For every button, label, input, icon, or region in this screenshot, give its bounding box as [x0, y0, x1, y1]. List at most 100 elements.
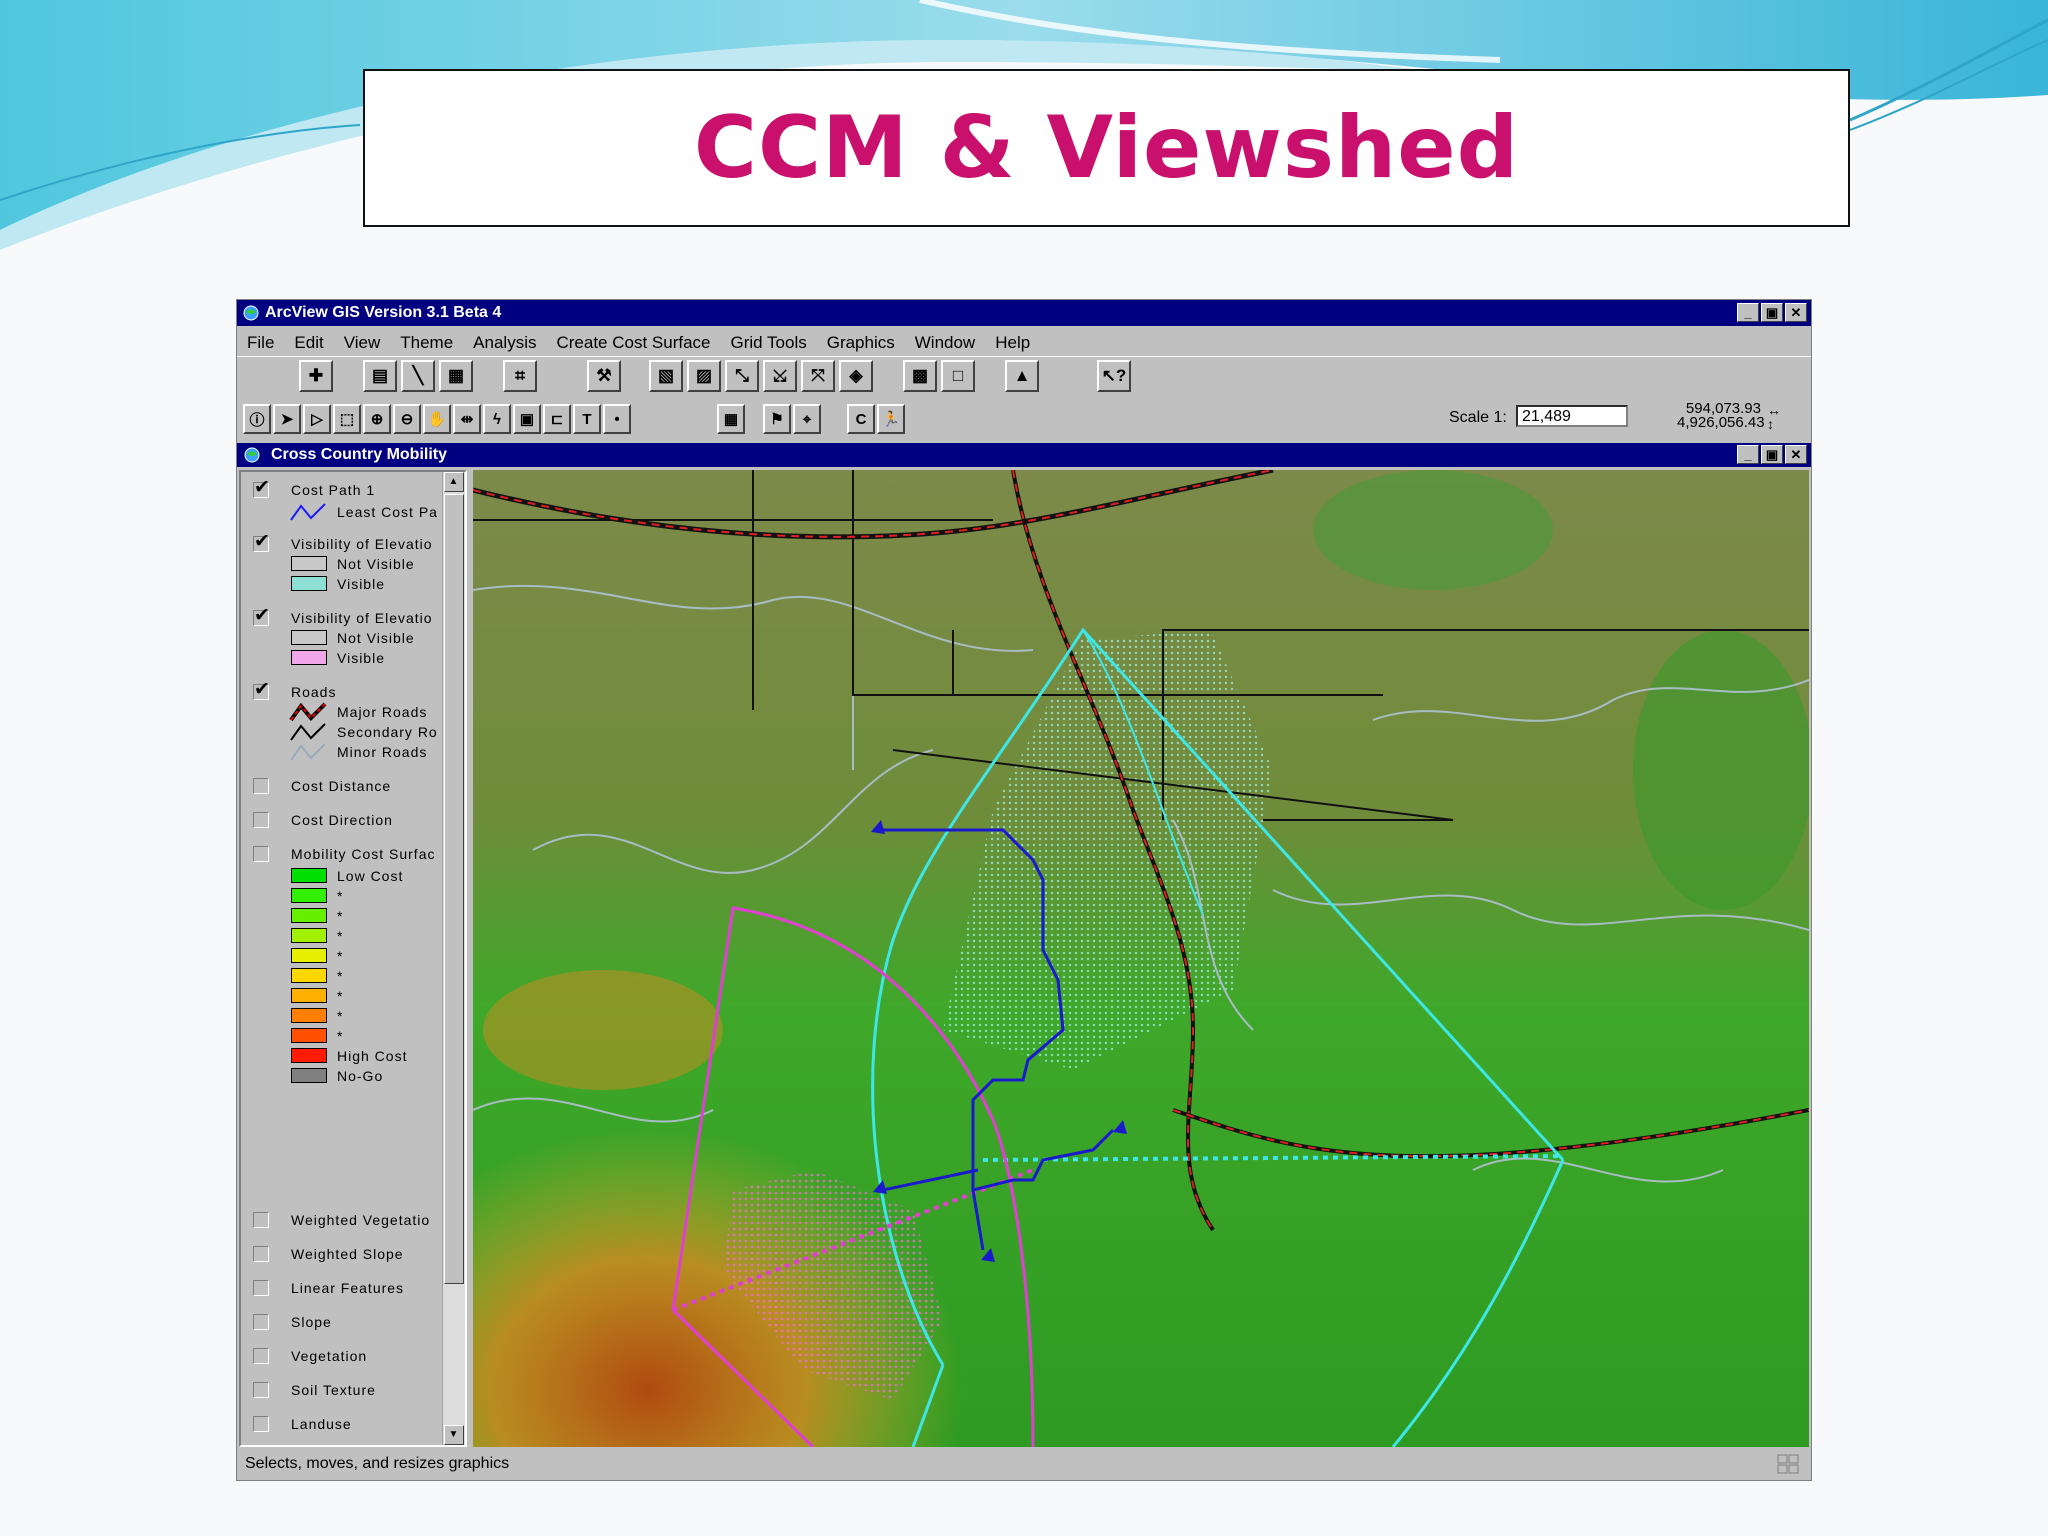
- map-canvas[interactable]: [473, 470, 1809, 1447]
- scale-input[interactable]: 21,489: [1516, 405, 1628, 427]
- find-button[interactable]: ⌗: [503, 360, 537, 392]
- resize-grip-icon[interactable]: [1777, 1454, 1799, 1474]
- text-tool[interactable]: T: [573, 404, 601, 434]
- point-icon: •: [614, 410, 620, 428]
- theme-cost-path[interactable]: Cost Path 1: [241, 480, 445, 500]
- menu-window[interactable]: Window: [905, 327, 985, 353]
- table-icon: ▦: [447, 366, 465, 385]
- weighted-vegetation-checkbox[interactable]: [253, 1212, 269, 1228]
- cost-tool[interactable]: C: [847, 404, 875, 434]
- cost-path-checkbox[interactable]: [253, 482, 271, 498]
- legend-item: Visible: [241, 574, 445, 594]
- measure-tool[interactable]: ⇹: [453, 404, 481, 434]
- query-builder-button[interactable]: ⚒: [587, 360, 621, 392]
- theme-linear-features[interactable]: Linear Features: [241, 1278, 445, 1298]
- menu-edit[interactable]: Edit: [284, 327, 333, 353]
- menu-theme[interactable]: Theme: [390, 327, 463, 353]
- theme-weighted-slope[interactable]: Weighted Slope: [241, 1244, 445, 1264]
- menu-graphics[interactable]: Graphics: [817, 327, 905, 353]
- menu-grid-tools[interactable]: Grid Tools: [721, 327, 817, 353]
- select-feature-tool[interactable]: ⬚: [333, 404, 361, 434]
- histogram-icon: ▲: [1013, 366, 1031, 385]
- soil-texture-checkbox[interactable]: [253, 1382, 269, 1398]
- toc-scrollbar[interactable]: ▲ ▼: [442, 472, 465, 1445]
- roads-checkbox[interactable]: [253, 684, 271, 700]
- theme-visibility-2[interactable]: Visibility of Elevatio: [241, 608, 445, 628]
- identify-tool[interactable]: ⓘ: [243, 404, 271, 434]
- restore-button[interactable]: ▣: [1761, 303, 1783, 322]
- zoom-out-button[interactable]: ⤧: [801, 360, 835, 392]
- menu-view[interactable]: View: [334, 327, 391, 353]
- theme-soil-texture[interactable]: Soil Texture: [241, 1380, 445, 1400]
- theme-weighted-vegetation[interactable]: Weighted Vegetatio: [241, 1210, 445, 1230]
- close-button[interactable]: ✕: [1785, 303, 1807, 322]
- map-display[interactable]: [473, 470, 1809, 1447]
- scroll-thumb[interactable]: [444, 494, 464, 1284]
- pan-tool[interactable]: ✋: [423, 404, 451, 434]
- theme-mobility-cost-surface[interactable]: Mobility Cost Surfac: [241, 844, 445, 864]
- cost-direction-checkbox[interactable]: [253, 812, 269, 828]
- mobility-cost-label: *: [337, 908, 344, 924]
- theme-vegetation[interactable]: Vegetation: [241, 1346, 445, 1366]
- menu-create-cost-surface[interactable]: Create Cost Surface: [546, 327, 720, 353]
- zoom-out-tool[interactable]: ⊖: [393, 404, 421, 434]
- menu-analysis[interactable]: Analysis: [463, 327, 546, 353]
- menu-help[interactable]: Help: [985, 327, 1040, 353]
- zoom-previous-button[interactable]: ◈: [839, 360, 873, 392]
- minimize-button[interactable]: _: [1737, 303, 1759, 322]
- add-theme-button[interactable]: ✚: [299, 360, 333, 392]
- edit-legend-button[interactable]: ╲: [401, 360, 435, 392]
- observer-tool[interactable]: ⌖: [793, 404, 821, 434]
- view-close-button[interactable]: ✕: [1785, 445, 1807, 464]
- theme-properties-button[interactable]: ▤: [363, 360, 397, 392]
- view-minimize-button[interactable]: _: [1737, 445, 1759, 464]
- zoom-in-button[interactable]: ⤩: [763, 360, 797, 392]
- view-restore-button[interactable]: ▣: [1761, 445, 1783, 464]
- zoom-themes-icon: ▧: [657, 366, 675, 385]
- help-button[interactable]: ↖?: [1097, 360, 1131, 392]
- label-tool[interactable]: ⊏: [543, 404, 571, 434]
- theme-landuse[interactable]: Landuse: [241, 1414, 445, 1434]
- theme-roads[interactable]: Roads: [241, 682, 445, 702]
- mobility-cost-checkbox[interactable]: [253, 846, 269, 862]
- app-title: ArcView GIS Version 3.1 Beta 4: [265, 304, 502, 321]
- zoom-to-themes-button[interactable]: ▧: [649, 360, 683, 392]
- weighted-slope-checkbox[interactable]: [253, 1246, 269, 1262]
- hotlink-tool[interactable]: ϟ: [483, 404, 511, 434]
- label-tag-icon: ⊏: [550, 411, 564, 428]
- linear-features-checkbox[interactable]: [253, 1280, 269, 1296]
- menu-file[interactable]: File: [237, 327, 284, 353]
- slope-checkbox[interactable]: [253, 1314, 269, 1330]
- zoom-to-selected-button[interactable]: ⤡: [725, 360, 759, 392]
- vertex-edit-tool[interactable]: ▷: [303, 404, 331, 434]
- clear-selection-button[interactable]: □: [941, 360, 975, 392]
- scroll-up-arrow-icon[interactable]: ▲: [444, 472, 464, 492]
- viewshed-tool[interactable]: ▦: [717, 404, 745, 434]
- theme-slope[interactable]: Slope: [241, 1312, 445, 1332]
- select-features-button[interactable]: ▩: [903, 360, 937, 392]
- visibility-1-checkbox[interactable]: [253, 536, 271, 552]
- zoom-to-active-button[interactable]: ▨: [687, 360, 721, 392]
- flag-tool[interactable]: ⚑: [763, 404, 791, 434]
- pointer-tool[interactable]: ➤: [273, 404, 301, 434]
- draw-point-tool[interactable]: •: [603, 404, 631, 434]
- zoom-in-icon: ⊕: [370, 411, 384, 428]
- theme-cost-distance[interactable]: Cost Distance: [241, 776, 445, 796]
- mobility-cost-swatch: [291, 1068, 327, 1083]
- scroll-down-arrow-icon[interactable]: ▼: [444, 1425, 464, 1445]
- minor-roads-symbol: [290, 743, 326, 761]
- area-of-interest-tool[interactable]: ▣: [513, 404, 541, 434]
- vegetation-checkbox[interactable]: [253, 1348, 269, 1364]
- open-table-button[interactable]: ▦: [439, 360, 473, 392]
- mobility-tool[interactable]: 🏃: [877, 404, 905, 434]
- zoom-in-tool[interactable]: ⊕: [363, 404, 391, 434]
- theme-cost-direction[interactable]: Cost Direction: [241, 810, 445, 830]
- cost-distance-checkbox[interactable]: [253, 778, 269, 794]
- histogram-button[interactable]: ▲: [1005, 360, 1039, 392]
- hill-feature: [1633, 630, 1809, 910]
- clear-selection-icon: □: [952, 366, 964, 385]
- visibility-2-checkbox[interactable]: [253, 610, 271, 626]
- theme-visibility-1[interactable]: Visibility of Elevatio: [241, 534, 445, 554]
- viewshed-icon: ▦: [723, 411, 739, 428]
- landuse-checkbox[interactable]: [253, 1416, 269, 1432]
